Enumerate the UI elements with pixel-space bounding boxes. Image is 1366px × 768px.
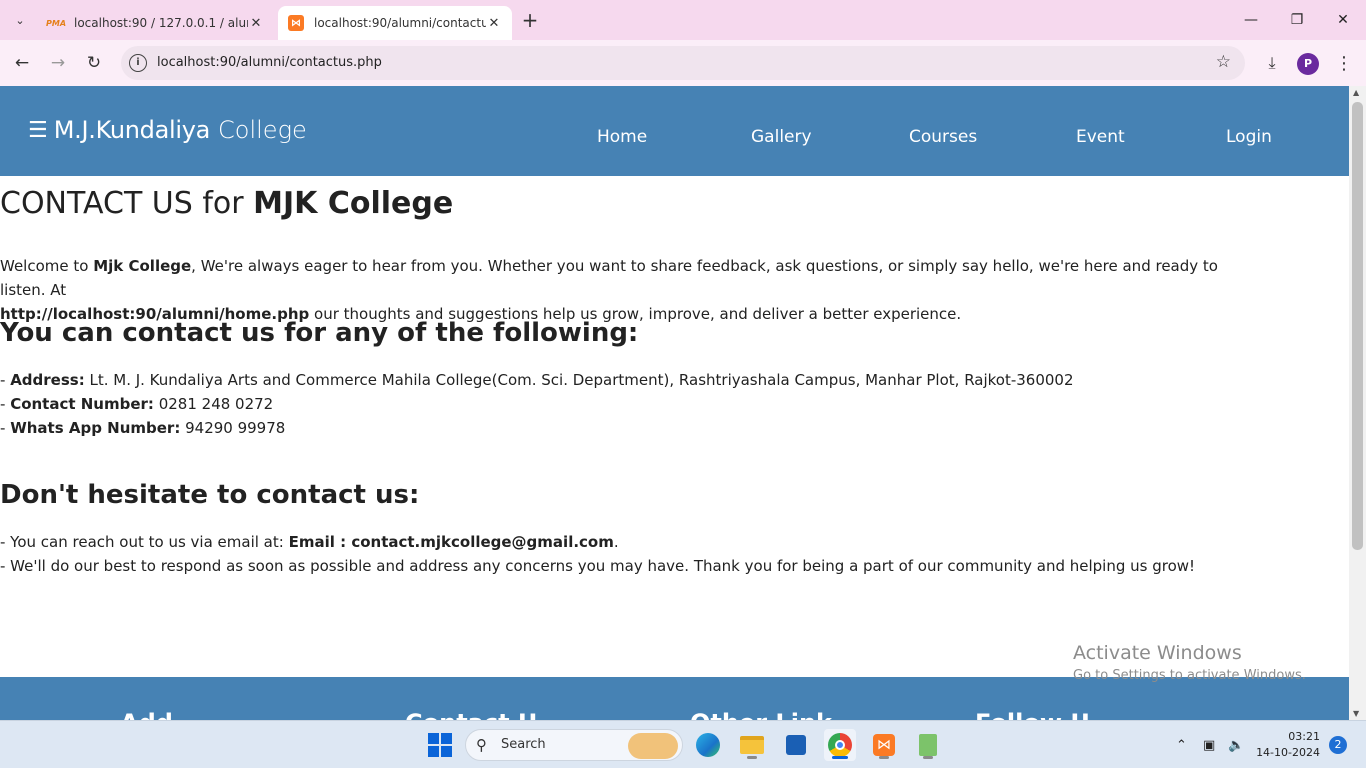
edge-icon[interactable] — [692, 729, 724, 761]
title-prefix: CONTACT US for — [0, 186, 254, 221]
email-address[interactable]: Email : contact.mjkcollege@gmail.com — [289, 533, 614, 551]
nav-courses[interactable]: Courses — [909, 127, 977, 147]
site-info-icon[interactable]: i — [129, 54, 147, 72]
scroll-up-icon[interactable]: ▲ — [1353, 88, 1359, 97]
clock-time: 03:21 — [1288, 730, 1320, 743]
contact-list: - Address: Lt. M. J. Kundaliya Arts and … — [0, 368, 1300, 440]
watermark-line-2: Go to Settings to activate Windows. — [1073, 668, 1306, 683]
nav-event[interactable]: Event — [1076, 127, 1125, 147]
contact-dash: - — [0, 395, 11, 413]
brand-subtitle: College — [218, 116, 307, 144]
profile-avatar[interactable]: P — [1297, 53, 1319, 75]
browser-toolbar: ← → ↻ i localhost:90/alumni/contactus.ph… — [0, 40, 1366, 86]
close-window-icon[interactable]: ✕ — [1320, 0, 1366, 40]
contact-dash: - — [0, 371, 11, 389]
footer-heading-address: Add — [120, 709, 173, 720]
system-clock[interactable]: 03:21 14-10-2024 — [1256, 729, 1320, 761]
footer-heading-other-links: Other Link — [690, 709, 832, 720]
page-title: CONTACT US for MJK College — [0, 186, 453, 221]
email-period: . — [613, 533, 619, 551]
tab-title: localhost:90/alumni/contactus.php — [314, 16, 486, 30]
site-navbar: ☰ M.J.Kundaliya College Home Gallery Cou… — [0, 86, 1349, 176]
minimize-icon[interactable]: — — [1228, 0, 1274, 40]
clock-date: 14-10-2024 — [1256, 746, 1320, 759]
address-label: Address: — [10, 371, 85, 389]
notification-badge[interactable]: 2 — [1329, 736, 1347, 754]
volume-icon[interactable]: 🔈 — [1228, 721, 1244, 768]
email-paragraph: - You can reach out to us via email at: … — [0, 530, 1300, 578]
nav-gallery[interactable]: Gallery — [751, 127, 812, 147]
notepad-icon[interactable] — [912, 729, 944, 761]
brand-name: M.J.Kundaliya — [53, 116, 211, 144]
network-icon[interactable]: ▣ — [1203, 721, 1215, 768]
email-intro-text: - You can reach out to us via email at: — [0, 533, 289, 551]
bookmark-star-icon[interactable]: ☆ — [1216, 52, 1231, 72]
reload-icon[interactable]: ↻ — [82, 51, 106, 75]
forward-arrow-icon[interactable]: → — [46, 51, 70, 75]
nav-login[interactable]: Login — [1226, 127, 1272, 147]
back-arrow-icon[interactable]: ← — [10, 51, 34, 75]
browser-tab-contactus[interactable]: ⋈ localhost:90/alumni/contactus.php ✕ — [278, 6, 512, 40]
whatsapp-value: 94290 99978 — [180, 419, 286, 437]
xampp-icon: ⋈ — [288, 15, 304, 31]
page-viewport: ☰ M.J.Kundaliya College Home Gallery Cou… — [0, 86, 1349, 720]
section-heading-contact-options: You can contact us for any of the follow… — [0, 318, 639, 348]
taskbar-search[interactable]: ⚲ Search — [465, 729, 683, 761]
close-tab-icon[interactable]: ✕ — [486, 16, 502, 31]
scroll-down-icon[interactable]: ▼ — [1353, 709, 1359, 718]
tab-title: localhost:90 / 127.0.0.1 / alumni — [74, 16, 248, 30]
site-footer: Add Contact U Other Link Follow U — [0, 677, 1349, 720]
contact-number-label: Contact Number: — [10, 395, 154, 413]
browser-tab-phpmyadmin[interactable]: PMA localhost:90 / 127.0.0.1 / alumni ✕ — [38, 6, 274, 40]
address-value: Lt. M. J. Kundaliya Arts and Commerce Ma… — [84, 371, 1074, 389]
tab-search-chevron-icon[interactable]: ⌄ — [8, 8, 32, 32]
section-heading-dont-hesitate: Don't hesitate to contact us: — [0, 480, 420, 510]
contact-number-value: 0281 248 0272 — [153, 395, 274, 413]
footer-heading-follow: Follow U — [975, 709, 1090, 720]
site-brand[interactable]: ☰ M.J.Kundaliya College — [28, 116, 307, 144]
url-text[interactable]: localhost:90/alumni/contactus.php — [157, 55, 382, 70]
address-bar[interactable]: i localhost:90/alumni/contactus.php ☆ — [121, 46, 1245, 80]
xampp-taskbar-icon[interactable]: ⋈ — [868, 729, 900, 761]
intro-paragraph: Welcome to Mjk College, We're always eag… — [0, 254, 1220, 326]
whatsapp-label: Whats App Number: — [10, 419, 181, 437]
new-tab-button[interactable]: + — [518, 8, 542, 32]
show-hidden-icons-chevron-icon[interactable]: ⌃ — [1176, 721, 1187, 768]
search-icon: ⚲ — [476, 736, 487, 754]
file-explorer-icon[interactable] — [736, 729, 768, 761]
intro-text-1: Welcome to — [0, 257, 94, 275]
intro-college-name: Mjk College — [93, 257, 192, 275]
scrollbar-thumb[interactable] — [1352, 102, 1363, 550]
download-icon[interactable]: ⤓ — [1260, 51, 1284, 75]
search-highlight-image — [628, 733, 678, 759]
browser-tab-strip: ⌄ PMA localhost:90 / 127.0.0.1 / alumni … — [0, 0, 1366, 40]
hamburger-menu-icon[interactable]: ☰ — [28, 118, 48, 143]
menu-kebab-icon[interactable]: ⋮ — [1332, 51, 1356, 75]
activate-windows-watermark: Activate Windows Go to Settings to activ… — [1073, 642, 1306, 683]
respond-text: - We'll do our best to respond as soon a… — [0, 557, 1196, 575]
contact-dash: - — [0, 419, 11, 437]
close-tab-icon[interactable]: ✕ — [248, 16, 264, 31]
nav-home[interactable]: Home — [597, 127, 647, 147]
phpmyadmin-icon: PMA — [46, 18, 67, 28]
footer-heading-contact: Contact U — [405, 709, 537, 720]
microsoft-store-icon[interactable] — [780, 729, 812, 761]
watermark-line-1: Activate Windows — [1073, 642, 1242, 664]
windows-taskbar: ⚲ Search ⋈ ⌃ ▣ 🔈 03:21 14-10-2024 2 — [0, 720, 1366, 768]
title-bold: MJK College — [253, 186, 454, 221]
start-windows-icon[interactable] — [424, 729, 456, 761]
search-placeholder: Search — [501, 737, 546, 752]
chrome-icon[interactable] — [824, 729, 856, 761]
page-scrollbar[interactable]: ▲ ▼ — [1349, 86, 1366, 720]
restore-icon[interactable]: ❐ — [1274, 0, 1320, 40]
